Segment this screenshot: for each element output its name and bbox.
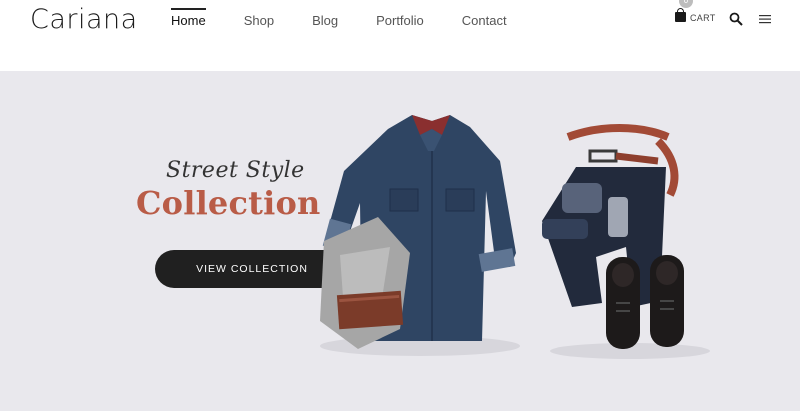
main-nav: Home Shop Blog Portfolio Contact: [171, 0, 545, 40]
search-icon[interactable]: [729, 12, 743, 26]
cart-label: CART: [690, 13, 716, 23]
hero-title: Collection: [136, 184, 321, 222]
shopping-bag-icon: [675, 8, 686, 22]
wallet-image: [336, 290, 404, 330]
jeans-image: [542, 167, 666, 307]
cart-button[interactable]: 0 CART: [675, 0, 720, 30]
hamburger-menu-icon[interactable]: [759, 14, 771, 24]
hero-banner: Street Style Collection VIEW COLLECTION: [0, 71, 800, 411]
site-logo[interactable]: Cariana: [30, 4, 138, 35]
nav-item-portfolio[interactable]: Portfolio: [376, 0, 424, 40]
nav-item-shop[interactable]: Shop: [244, 0, 274, 40]
hero-product-image: [320, 115, 710, 359]
cart-count-badge: 0: [679, 0, 693, 8]
site-header: Cariana Home Shop Blog Portfolio Contact…: [0, 0, 800, 71]
nav-item-home[interactable]: Home: [171, 0, 206, 40]
nav-item-contact[interactable]: Contact: [462, 0, 507, 40]
hero-subtitle: Street Style: [166, 158, 305, 183]
nav-item-blog[interactable]: Blog: [312, 0, 338, 40]
